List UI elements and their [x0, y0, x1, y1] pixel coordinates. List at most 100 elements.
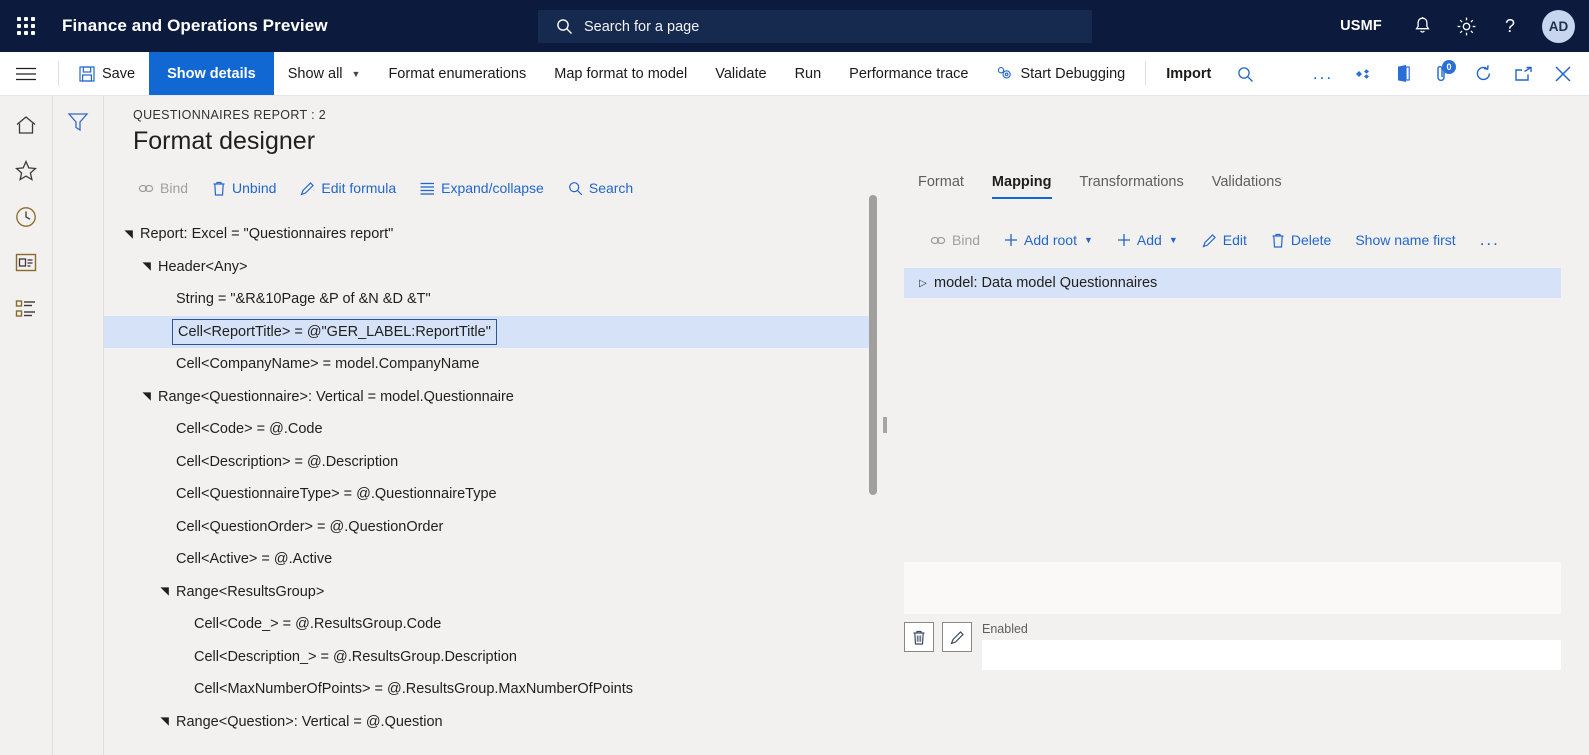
tree-expand-toggle-icon[interactable]: ◢: [140, 259, 153, 275]
attachments-icon[interactable]: 0: [1423, 52, 1463, 96]
app-title: Finance and Operations Preview: [62, 16, 328, 35]
mapping-edit-label: Edit: [1222, 232, 1247, 248]
global-search-input[interactable]: Search for a page: [538, 10, 1092, 43]
tree-scrollbar-thumb[interactable]: [869, 195, 877, 495]
edit-formula-button[interactable]: Edit formula: [288, 173, 408, 203]
show-details-button[interactable]: Show details: [149, 52, 274, 95]
tree-node[interactable]: String = "&R&10Page &P of &N &D &T": [104, 283, 869, 316]
question-mark-icon[interactable]: ?: [1488, 0, 1532, 52]
tree-node[interactable]: Cell<Active> = @.Active: [104, 543, 869, 576]
pane-splitter[interactable]: [869, 172, 896, 755]
tree-expand-toggle-icon[interactable]: ◢: [158, 714, 171, 730]
run-button[interactable]: Run: [781, 52, 836, 95]
tree-node[interactable]: Cell<CompanyName> = model.CompanyName: [104, 348, 869, 381]
office-apps-icon[interactable]: [1343, 52, 1383, 96]
tree-node[interactable]: Cell<Code_> = @.ResultsGroup.Code: [104, 608, 869, 641]
content-area: QUESTIONNAIRES REPORT : 2 Format designe…: [104, 96, 1589, 755]
pop-out-icon[interactable]: [1503, 52, 1543, 96]
detail-delete-button[interactable]: [904, 622, 934, 652]
save-button[interactable]: Save: [65, 52, 149, 95]
unbind-button[interactable]: Unbind: [200, 173, 288, 203]
star-icon[interactable]: [6, 154, 46, 187]
open-in-office-icon[interactable]: [1383, 52, 1423, 96]
tree-node[interactable]: Cell<QuestionnaireType> = @.Questionnair…: [104, 478, 869, 511]
tree-node[interactable]: ◢ Range<Question>: Vertical = @.Question: [104, 706, 869, 739]
tree-expand-toggle-icon[interactable]: ◢: [158, 584, 171, 600]
mapping-overflow-button[interactable]: ...: [1468, 225, 1512, 255]
tree-node[interactable]: ◢ Range<Questionnaire>: Vertical = model.…: [104, 381, 869, 414]
mapping-tree[interactable]: ▷ model: Data model Questionnaires: [896, 268, 1589, 298]
detail-edit-button[interactable]: [942, 622, 972, 652]
trash-icon: [212, 181, 226, 196]
plus-icon: [1004, 233, 1018, 247]
gear-icon[interactable]: [1444, 0, 1488, 52]
tree-node[interactable]: Cell<QuestionOrder> = @.QuestionOrder: [104, 511, 869, 544]
app-launcher-icon[interactable]: [0, 0, 52, 52]
mapping-edit-button[interactable]: Edit: [1190, 225, 1259, 255]
search-icon[interactable]: [1225, 52, 1265, 96]
pane-tabs: Format Mapping Transformations Validations: [896, 172, 1589, 210]
bell-icon[interactable]: [1400, 0, 1444, 52]
format-tree[interactable]: ◢ Report: Excel = "Questionnaires report"…: [104, 218, 869, 755]
home-icon[interactable]: [6, 108, 46, 141]
avatar[interactable]: AD: [1542, 9, 1575, 43]
show-name-first-button[interactable]: Show name first: [1343, 225, 1467, 255]
add-root-button[interactable]: Add root ▼: [992, 225, 1105, 255]
mapping-bind-button[interactable]: Bind: [918, 225, 992, 255]
company-selector[interactable]: USMF: [1322, 18, 1400, 34]
tree-node[interactable]: Cell<Description> = @.Description: [104, 446, 869, 479]
performance-trace-button[interactable]: Performance trace: [835, 52, 982, 95]
bind-button[interactable]: Bind: [126, 173, 200, 203]
format-enumerations-button[interactable]: Format enumerations: [374, 52, 540, 95]
tree-node-label: Range<Question>: Vertical = @.Question: [176, 713, 443, 730]
format-tree-toolbar: Bind Unbind Edit formula Expand/collapse…: [104, 172, 869, 204]
expand-collapse-label: Expand/collapse: [441, 180, 544, 196]
tree-node[interactable]: Cell<MaxNumberOfPoints> = @.ResultsGroup…: [104, 673, 869, 706]
start-debugging-button[interactable]: Start Debugging: [982, 52, 1139, 95]
tree-node[interactable]: Cell<Description_> = @.ResultsGroup.Desc…: [104, 641, 869, 674]
show-all-button[interactable]: Show all ▼: [274, 52, 375, 95]
expand-collapse-button[interactable]: Expand/collapse: [408, 173, 556, 203]
tab-mapping[interactable]: Mapping: [978, 172, 1066, 199]
designer-panes: Bind Unbind Edit formula Expand/collapse…: [104, 172, 1589, 755]
tree-node[interactable]: Cell<Code> = @.Code: [104, 413, 869, 446]
tree-expand-toggle-icon[interactable]: ◢: [122, 226, 135, 242]
splitter-grip[interactable]: [883, 417, 887, 433]
page-body: QUESTIONNAIRES REPORT : 2 Format designe…: [0, 96, 1589, 755]
clock-icon[interactable]: [6, 200, 46, 233]
filter-funnel-icon[interactable]: [62, 108, 94, 136]
mapping-pane: Format Mapping Transformations Validations …: [896, 172, 1589, 755]
validate-button[interactable]: Validate: [701, 52, 780, 95]
tree-scrollbar[interactable]: [869, 191, 877, 755]
tree-node[interactable]: Cell<ReportTitle> = @"GER_LABEL:ReportTi…: [104, 315, 869, 348]
enabled-field-group: Enabled: [982, 622, 1561, 670]
close-icon[interactable]: [1543, 52, 1583, 96]
tree-node[interactable]: ◢ Header<Any>: [104, 251, 869, 284]
tree-node[interactable]: ◢ Range<ResultsGroup>: [104, 576, 869, 609]
mapping-tree-node[interactable]: ▷ model: Data model Questionnaires: [904, 268, 1561, 298]
tab-transformations[interactable]: Transformations: [1066, 172, 1198, 199]
mapping-delete-label: Delete: [1290, 232, 1332, 248]
modules-list-icon[interactable]: [6, 292, 46, 325]
tree-node-label: Cell<Code> = @.Code: [176, 421, 323, 438]
add-button[interactable]: Add ▼: [1105, 225, 1190, 255]
show-all-label: Show all: [287, 65, 343, 82]
tree-expand-toggle-icon[interactable]: ▷: [912, 278, 934, 289]
import-button[interactable]: Import: [1152, 52, 1225, 95]
search-button[interactable]: Search: [556, 173, 645, 203]
refresh-icon[interactable]: [1463, 52, 1503, 96]
tree-node-label: Cell<QuestionOrder> = @.QuestionOrder: [176, 518, 444, 535]
overflow-menu-icon[interactable]: ...: [1303, 52, 1343, 96]
tab-format[interactable]: Format: [904, 172, 978, 199]
tree-expand-toggle-icon[interactable]: ◢: [140, 389, 153, 405]
enabled-input[interactable]: [982, 640, 1561, 670]
map-format-to-model-button[interactable]: Map format to model: [540, 52, 701, 95]
tree-node[interactable]: ◢ Report: Excel = "Questionnaires report": [104, 218, 869, 251]
tree-node-label: Cell<Code_> = @.ResultsGroup.Code: [194, 616, 442, 633]
tab-validations[interactable]: Validations: [1198, 172, 1296, 199]
save-label: Save: [102, 65, 136, 82]
search-label: Search: [588, 180, 634, 196]
mapping-delete-button[interactable]: Delete: [1259, 225, 1343, 255]
hamburger-menu-icon[interactable]: [0, 52, 52, 95]
workspace-icon[interactable]: [6, 246, 46, 279]
